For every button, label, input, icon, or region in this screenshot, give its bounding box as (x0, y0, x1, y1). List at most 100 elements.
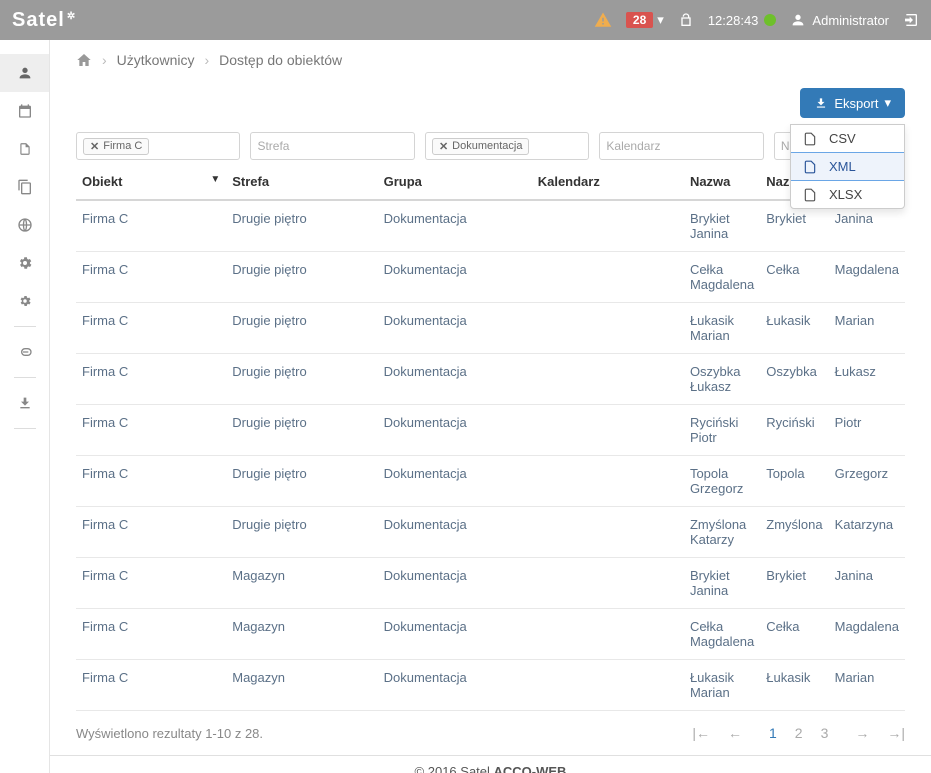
pager-first-icon[interactable]: |← (692, 725, 710, 741)
table-row[interactable]: Firma CMagazynDokumentacjaBrykiet Janina… (76, 558, 905, 609)
pager-next-icon[interactable]: → (855, 725, 869, 741)
filter-kalendarz[interactable]: Kalendarz (599, 132, 763, 160)
table-cell: Drugie piętro (226, 456, 377, 507)
table-row[interactable]: Firma CMagazynDokumentacjaCełka Magdalen… (76, 609, 905, 660)
column-header[interactable]: Obiekt▼ (76, 166, 226, 200)
remove-tag-icon[interactable]: ✕ (439, 140, 448, 153)
export-option-label: XLSX (829, 187, 862, 202)
content: › Użytkownicy › Dostęp do obiektów Ekspo… (50, 40, 931, 773)
table-cell: Magazyn (226, 660, 377, 711)
remove-tag-icon[interactable]: ✕ (90, 140, 99, 153)
clock-time: 12:28:43 (708, 13, 759, 28)
table-cell: Topola (760, 456, 828, 507)
chevron-right-icon: › (204, 52, 209, 68)
pager-page[interactable]: 3 (821, 725, 829, 741)
export-option-xml[interactable]: XML (791, 152, 904, 181)
table-row[interactable]: Firma CDrugie piętroDokumentacjaBrykiet … (76, 200, 905, 252)
home-icon[interactable] (76, 52, 92, 68)
breadcrumb-item[interactable]: Użytkownicy (117, 52, 195, 68)
sidebar-item-user[interactable] (0, 54, 49, 92)
pager-last-icon[interactable]: →| (887, 725, 905, 741)
sidebar-item-calendar[interactable] (0, 92, 49, 130)
table-cell: Drugie piętro (226, 507, 377, 558)
filter-placeholder: Strefa (257, 139, 289, 153)
filter-tag[interactable]: ✕Dokumentacja (432, 138, 530, 155)
column-header[interactable]: Strefa (226, 166, 377, 200)
table-cell: Firma C (76, 303, 226, 354)
table-row[interactable]: Firma CDrugie piętroDokumentacjaOszybka … (76, 354, 905, 405)
status-dot-icon (764, 14, 776, 26)
table-cell: Grzegorz (829, 456, 905, 507)
table-row[interactable]: Firma CDrugie piętroDokumentacjaZmyślona… (76, 507, 905, 558)
sidebar-item-download[interactable] (0, 384, 49, 422)
warning-icon[interactable] (594, 11, 612, 29)
sidebar-item-globe[interactable] (0, 206, 49, 244)
table-cell (532, 252, 684, 303)
column-header[interactable]: Grupa (378, 166, 532, 200)
footer-product: ACCO-WEB (494, 764, 567, 773)
notification-badge[interactable]: 28 ▾ (626, 12, 664, 28)
table-cell: Firma C (76, 507, 226, 558)
table-cell: Cełka (760, 252, 828, 303)
table-cell: Dokumentacja (378, 456, 532, 507)
table-cell (532, 507, 684, 558)
table-row[interactable]: Firma CDrugie piętroDokumentacjaŁukasik … (76, 303, 905, 354)
column-header[interactable]: Kalendarz (532, 166, 684, 200)
sidebar-item-copy[interactable] (0, 168, 49, 206)
data-table: Obiekt▼ Strefa Grupa Kalendarz Nazwa Naz… (76, 166, 905, 711)
logout-icon[interactable] (903, 12, 919, 28)
export-button[interactable]: Eksport ▾ (800, 88, 905, 118)
table-cell: Łukasik Marian (684, 303, 760, 354)
filter-tag[interactable]: ✕Firma C (83, 138, 149, 155)
table-cell (532, 354, 684, 405)
table-cell: Marian (829, 303, 905, 354)
export-option-label: XML (829, 159, 856, 174)
table-cell: Firma C (76, 252, 226, 303)
user-menu[interactable]: Administrator (790, 12, 889, 28)
table-cell: Firma C (76, 660, 226, 711)
footer-copyright: © 2016 Satel (415, 764, 494, 773)
table-row[interactable]: Firma CDrugie piętroDokumentacjaRyciński… (76, 405, 905, 456)
table-cell: Drugie piętro (226, 354, 377, 405)
results-text: Wyświetlono rezultaty 1-10 z 28. (76, 726, 263, 741)
table-row[interactable]: Firma CDrugie piętroDokumentacja Topola G… (76, 456, 905, 507)
logo-text: Satel (12, 9, 65, 32)
logo-star-icon: ✲ (67, 11, 76, 22)
table-cell: Cełka (760, 609, 828, 660)
table-cell: Firma C (76, 456, 226, 507)
unlock-icon[interactable] (678, 12, 694, 28)
table-cell: Firma C (76, 405, 226, 456)
export-option-csv[interactable]: CSV (791, 125, 904, 152)
table-cell: Cełka Magdalena (684, 609, 760, 660)
pager-page[interactable]: 2 (795, 725, 803, 741)
notification-count: 28 (626, 12, 653, 28)
caret-down-icon: ▾ (657, 12, 664, 28)
sidebar-item-link[interactable] (0, 333, 49, 371)
sidebar (0, 40, 50, 773)
filter-obiekt[interactable]: ✕Firma C (76, 132, 240, 160)
filter-strefa[interactable]: Strefa (250, 132, 414, 160)
table-row[interactable]: Firma CDrugie piętroDokumentacjaCełka Ma… (76, 252, 905, 303)
column-header[interactable]: Nazwa (684, 166, 760, 200)
sidebar-item-gears[interactable] (0, 244, 49, 282)
table-cell: Magazyn (226, 558, 377, 609)
table-cell: Drugie piętro (226, 405, 377, 456)
table-cell: Dokumentacja (378, 609, 532, 660)
breadcrumb-item[interactable]: Dostęp do obiektów (219, 52, 342, 68)
export-option-xlsx[interactable]: XLSX (791, 181, 904, 208)
filter-grupa[interactable]: ✕Dokumentacja (425, 132, 589, 160)
sidebar-item-gear[interactable] (0, 282, 49, 320)
table-cell: Dokumentacja (378, 558, 532, 609)
logo: Satel ✲ (12, 9, 76, 32)
table-cell: Łukasik (760, 660, 828, 711)
table-row[interactable]: Firma CMagazynDokumentacjaŁukasik Marian… (76, 660, 905, 711)
breadcrumb: › Użytkownicy › Dostęp do obiektów (50, 40, 931, 80)
pager-page[interactable]: 1 (769, 725, 777, 741)
export-option-label: CSV (829, 131, 856, 146)
table-cell (532, 558, 684, 609)
sidebar-item-document[interactable] (0, 130, 49, 168)
sidebar-separator (14, 428, 36, 429)
table-cell: Drugie piętro (226, 200, 377, 252)
pager-prev-icon[interactable]: ← (728, 725, 742, 741)
table-cell (532, 200, 684, 252)
